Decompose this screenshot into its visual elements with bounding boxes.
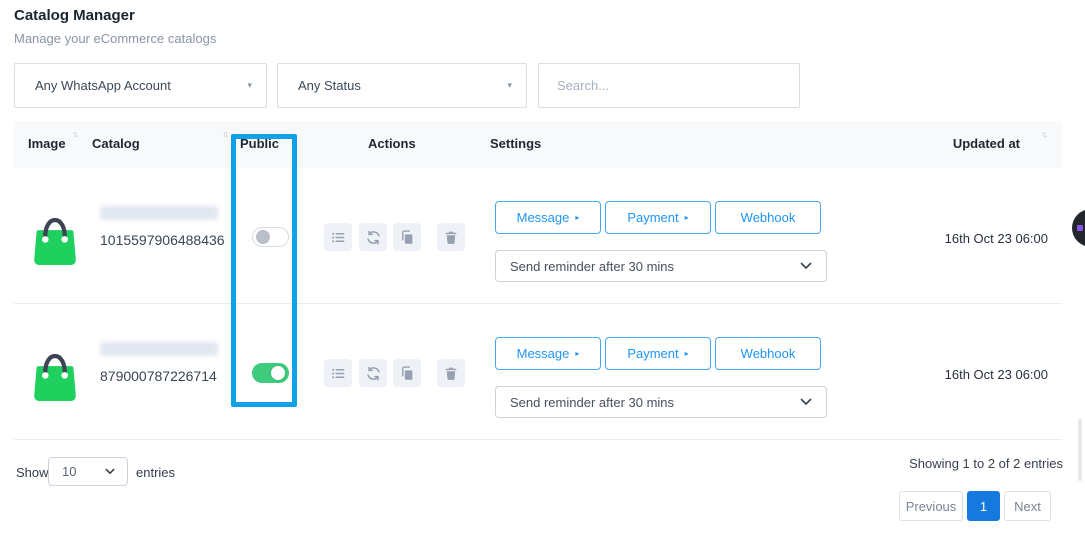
table-header: Image ↑↓ Catalog ↑↓ Public Actions Setti… (14, 121, 1062, 168)
sort-icon[interactable]: ↑↓ (222, 129, 227, 139)
webhook-button-label: Webhook (741, 346, 796, 361)
list-icon (331, 230, 346, 245)
chevron-down-icon (800, 262, 812, 270)
status-value: Any Status (298, 78, 507, 93)
copy-icon (400, 230, 415, 245)
message-button[interactable]: Message ▸ (495, 337, 601, 370)
scrollbar-thumb[interactable] (1078, 419, 1082, 481)
widget-dot-icon (1077, 225, 1083, 231)
table-row: 1015597906488436 Message ▸ Payment ▸ Web (14, 168, 1062, 304)
details-list-button[interactable] (324, 359, 352, 387)
payment-button-label: Payment (627, 346, 678, 361)
column-header-image[interactable]: Image (28, 136, 66, 151)
updated-at: 16th Oct 23 06:00 (945, 367, 1048, 382)
catalog-image-icon (30, 204, 80, 266)
copy-button[interactable] (393, 223, 421, 251)
reminder-value: Send reminder after 30 mins (510, 395, 800, 410)
table-row: 879000787226714 Message ▸ Payment ▸ Webh (14, 304, 1062, 440)
catalog-image-icon (30, 340, 80, 402)
list-icon (331, 366, 346, 381)
catalog-name-redacted (100, 342, 218, 356)
page-size-select[interactable]: 10 (48, 457, 128, 486)
delete-button[interactable] (437, 359, 465, 387)
caret-down-icon: ▾ (247, 80, 252, 91)
copy-icon (400, 366, 415, 381)
sync-icon (366, 366, 381, 381)
catalog-id: 879000787226714 (100, 368, 217, 384)
message-button-label: Message (517, 346, 570, 361)
updated-at: 16th Oct 23 06:00 (945, 231, 1048, 246)
column-header-updated-at[interactable]: Updated at (953, 136, 1020, 151)
trash-icon (444, 230, 458, 245)
previous-button[interactable]: Previous (899, 491, 963, 521)
current-page-button[interactable]: 1 (967, 491, 1000, 521)
show-label: Show (16, 465, 49, 480)
sort-icon[interactable]: ↑↓ (72, 129, 77, 139)
sync-icon (366, 230, 381, 245)
reminder-select[interactable]: Send reminder after 30 mins (495, 386, 827, 418)
catalog-name-redacted (100, 206, 218, 220)
sync-button[interactable] (359, 359, 387, 387)
search-input[interactable] (538, 63, 800, 108)
entries-label: entries (136, 465, 175, 480)
message-button[interactable]: Message ▸ (495, 201, 601, 234)
column-header-actions: Actions (368, 136, 416, 151)
column-header-public: Public (240, 136, 279, 151)
next-button[interactable]: Next (1004, 491, 1051, 521)
caret-right-icon: ▸ (685, 214, 689, 222)
webhook-button-label: Webhook (741, 210, 796, 225)
showing-entries-text: Showing 1 to 2 of 2 entries (909, 456, 1063, 471)
whatsapp-account-value: Any WhatsApp Account (35, 78, 247, 93)
caret-right-icon: ▸ (685, 350, 689, 358)
sync-button[interactable] (359, 223, 387, 251)
caret-right-icon: ▸ (575, 214, 579, 222)
page-title: Catalog Manager (14, 7, 135, 24)
chevron-down-icon (800, 398, 812, 406)
webhook-button[interactable]: Webhook (715, 337, 821, 370)
reminder-select[interactable]: Send reminder after 30 mins (495, 250, 827, 282)
column-header-catalog[interactable]: Catalog (92, 136, 140, 151)
whatsapp-account-select[interactable]: Any WhatsApp Account ▾ (14, 63, 267, 108)
webhook-button[interactable]: Webhook (715, 201, 821, 234)
payment-button-label: Payment (627, 210, 678, 225)
caret-down-icon: ▾ (507, 80, 512, 91)
chevron-down-icon (105, 468, 115, 475)
floating-widget-button[interactable] (1072, 209, 1085, 247)
trash-icon (444, 366, 458, 381)
details-list-button[interactable] (324, 223, 352, 251)
page-subtitle: Manage your eCommerce catalogs (14, 31, 216, 46)
page-size-value: 10 (62, 464, 105, 479)
public-toggle[interactable] (252, 363, 289, 383)
payment-button[interactable]: Payment ▸ (605, 337, 711, 370)
reminder-value: Send reminder after 30 mins (510, 259, 800, 274)
message-button-label: Message (517, 210, 570, 225)
public-toggle[interactable] (252, 227, 289, 247)
column-header-settings: Settings (490, 136, 541, 151)
delete-button[interactable] (437, 223, 465, 251)
caret-right-icon: ▸ (575, 350, 579, 358)
copy-button[interactable] (393, 359, 421, 387)
sort-icon[interactable]: ↑↓ (1041, 129, 1046, 139)
payment-button[interactable]: Payment ▸ (605, 201, 711, 234)
catalog-id: 1015597906488436 (100, 232, 225, 248)
status-select[interactable]: Any Status ▾ (277, 63, 527, 108)
